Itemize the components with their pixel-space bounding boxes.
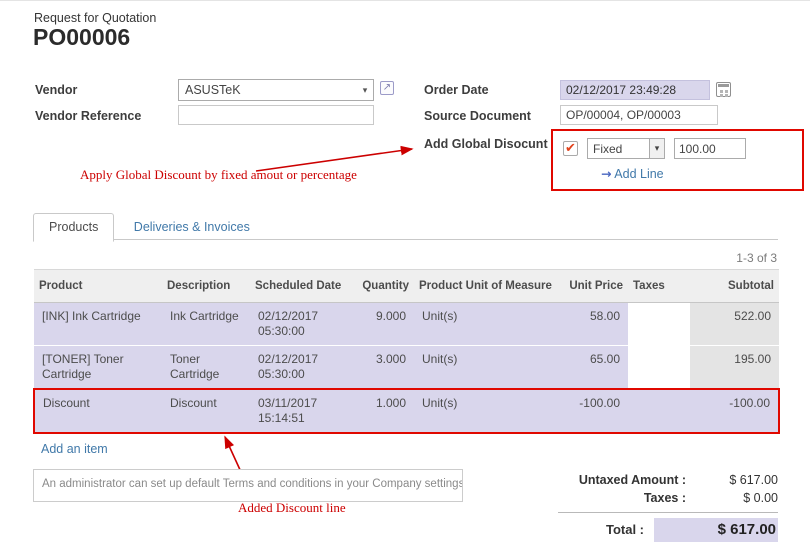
cell-scheduled-date[interactable]: 02/12/2017 05:30:00 [250, 303, 348, 346]
amount-summary: Untaxed Amount : $ 617.00 Taxes : $ 0.00… [558, 471, 778, 542]
global-discount-callout-box: ✔ Fixed ▾ → Add Line [551, 129, 804, 191]
vendor-select[interactable]: ASUSTeK ▾ [178, 79, 374, 101]
chevron-down-icon[interactable]: ▾ [649, 139, 664, 158]
add-line-link[interactable]: Add Line [614, 167, 663, 181]
order-date-label: Order Date [424, 83, 489, 97]
list-pager: 1-3 of 3 [736, 251, 777, 265]
cell-taxes[interactable] [628, 346, 690, 390]
cell-subtotal[interactable]: 195.00 [690, 346, 779, 390]
total-value: $ 617.00 [654, 518, 778, 542]
add-line-arrow-icon: → [601, 166, 611, 181]
source-document-input[interactable] [560, 105, 718, 125]
global-discount-checkbox[interactable]: ✔ [563, 141, 578, 156]
rfq-form-page: Request for Quotation PO00006 Vendor ASU… [0, 0, 810, 546]
cell-description[interactable]: Ink Cartridge [162, 303, 250, 346]
annotation-discount-line: Added Discount line [238, 500, 346, 516]
cell-unit-price[interactable]: 58.00 [560, 303, 628, 346]
cell-unit-price[interactable]: 65.00 [560, 346, 628, 390]
external-link-icon[interactable]: ↗ [380, 81, 394, 95]
add-an-item-link[interactable]: Add an item [41, 442, 108, 456]
cell-description[interactable]: Toner Cartridge [162, 346, 250, 390]
vendor-reference-label: Vendor Reference [35, 109, 141, 123]
cell-description[interactable]: Discount [162, 389, 250, 433]
cell-uom[interactable]: Unit(s) [414, 389, 560, 433]
doc-type-label: Request for Quotation [34, 11, 156, 25]
taxes-label: Taxes : [558, 489, 700, 507]
vendor-reference-input[interactable] [178, 105, 374, 125]
calendar-icon[interactable] [716, 82, 731, 97]
cell-product[interactable]: [TONER] Toner Cartridge [34, 346, 162, 390]
untaxed-amount-label: Untaxed Amount : [558, 471, 700, 489]
cell-quantity[interactable]: 1.000 [348, 389, 414, 433]
discount-type-select[interactable]: Fixed ▾ [587, 138, 665, 159]
cell-uom[interactable]: Unit(s) [414, 346, 560, 390]
cell-scheduled-date[interactable]: 03/11/2017 15:14:51 [250, 389, 348, 433]
tab-deliveries-invoices[interactable]: Deliveries & Invoices [119, 214, 265, 241]
col-header-unit-price[interactable]: Unit Price [560, 270, 628, 303]
page-title: PO00006 [33, 24, 130, 51]
col-header-taxes[interactable]: Taxes [628, 270, 690, 303]
order-lines-table: Product Description Scheduled Date Quant… [33, 269, 778, 464]
cell-product[interactable]: [INK] Ink Cartridge [34, 303, 162, 346]
source-document-label: Source Document [424, 109, 531, 123]
discount-amount-input[interactable] [674, 138, 746, 159]
notebook-tabs: Products Deliveries & Invoices [33, 212, 778, 240]
vendor-label: Vendor [35, 83, 77, 97]
order-date-input[interactable]: 02/12/2017 23:49:28 [560, 80, 710, 100]
table-row-discount[interactable]: Discount Discount 03/11/2017 15:14:51 1.… [34, 389, 779, 433]
untaxed-amount-value: $ 617.00 [700, 471, 778, 489]
cell-taxes[interactable] [628, 389, 690, 433]
table-row[interactable]: [INK] Ink Cartridge Ink Cartridge 02/12/… [34, 303, 779, 346]
col-header-product[interactable]: Product [34, 270, 162, 303]
terms-notes-area[interactable]: An administrator can set up default Term… [33, 469, 463, 502]
cell-subtotal[interactable]: -100.00 [690, 389, 779, 433]
discount-type-value: Fixed [588, 142, 649, 156]
cell-scheduled-date[interactable]: 02/12/2017 05:30:00 [250, 346, 348, 390]
table-row[interactable]: [TONER] Toner Cartridge Toner Cartridge … [34, 346, 779, 390]
taxes-value: $ 0.00 [700, 489, 778, 507]
total-label: Total : [558, 521, 654, 539]
col-header-description[interactable]: Description [162, 270, 250, 303]
cell-quantity[interactable]: 9.000 [348, 303, 414, 346]
col-header-scheduled-date[interactable]: Scheduled Date [250, 270, 348, 303]
col-header-subtotal[interactable]: Subtotal [690, 270, 779, 303]
cell-subtotal[interactable]: 522.00 [690, 303, 779, 346]
vendor-value: ASUSTeK [179, 83, 357, 97]
cell-taxes[interactable] [628, 303, 690, 346]
col-header-uom[interactable]: Product Unit of Measure [414, 270, 560, 303]
chevron-down-icon[interactable]: ▾ [357, 85, 373, 96]
annotation-global-discount: Apply Global Discount by fixed amout or … [80, 167, 357, 183]
table-header-row: Product Description Scheduled Date Quant… [34, 270, 779, 303]
global-discount-label: Add Global Disocunt [424, 137, 548, 151]
cell-product[interactable]: Discount [34, 389, 162, 433]
cell-unit-price[interactable]: -100.00 [560, 389, 628, 433]
cell-uom[interactable]: Unit(s) [414, 303, 560, 346]
col-header-quantity[interactable]: Quantity [348, 270, 414, 303]
cell-quantity[interactable]: 3.000 [348, 346, 414, 390]
tab-products[interactable]: Products [33, 213, 114, 242]
